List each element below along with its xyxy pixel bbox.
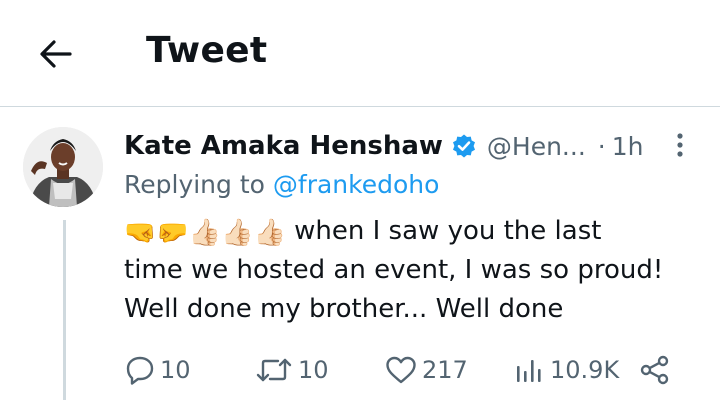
share-icon (640, 355, 669, 385)
tweet-text-line: Well done my brother... Well done (124, 294, 564, 324)
verified-badge-icon (452, 134, 475, 158)
like-button[interactable]: 217 (384, 350, 468, 390)
retweet-button[interactable]: 10 (254, 350, 329, 390)
author-display-name[interactable]: Kate Amaka Henshaw (124, 131, 443, 161)
tweet-text: 🤜🤛👍🏻👍🏻👍🏻 when I saw you the last time we… (124, 212, 704, 329)
like-count: 217 (422, 356, 468, 384)
replying-to-line: Replying to @frankedoho (124, 170, 439, 199)
reply-count: 10 (160, 356, 191, 384)
meta-separator: · (597, 131, 606, 161)
page-title: Tweet (146, 30, 268, 71)
right-fist-emoji: 🤛 (156, 218, 189, 248)
author-handle[interactable]: @Hen... (487, 132, 586, 161)
profile-photo (23, 127, 103, 207)
retweet-count: 10 (298, 356, 329, 384)
arrow-left-icon (40, 40, 72, 68)
views-button[interactable]: 10.9K (512, 350, 619, 390)
tweet-text-line: time we hosted an event, I was so proud! (124, 255, 664, 285)
thumbs-up-emoji: 👍🏻 (253, 218, 286, 248)
bar-chart-icon (517, 360, 541, 382)
reply-button[interactable]: 10 (124, 350, 191, 390)
heart-icon (386, 356, 416, 384)
avatar[interactable] (23, 127, 103, 207)
share-button[interactable] (638, 350, 676, 390)
more-options-button[interactable] (666, 128, 694, 162)
tweet-author-row: Kate Amaka Henshaw @Hen... · 1h (124, 128, 644, 164)
thread-line (63, 220, 66, 400)
left-fist-emoji: 🤜 (124, 218, 157, 248)
replying-to-label: Replying to (124, 170, 265, 199)
tweet-actions-bar: 10 10 217 10.9K (124, 350, 684, 390)
app-header: Tweet (0, 0, 720, 107)
replying-to-mention[interactable]: @frankedoho (273, 170, 440, 199)
more-vertical-icon (677, 133, 683, 157)
views-count: 10.9K (550, 356, 620, 384)
tweet-text-line: when I saw you the last (294, 216, 602, 246)
back-button[interactable] (36, 34, 76, 74)
reply-icon (126, 356, 154, 385)
thumbs-up-emoji: 👍🏻 (188, 218, 222, 248)
tweet-timestamp[interactable]: 1h (612, 132, 644, 161)
thumbs-up-emoji: 👍🏻 (221, 218, 254, 248)
retweet-icon (256, 358, 292, 382)
